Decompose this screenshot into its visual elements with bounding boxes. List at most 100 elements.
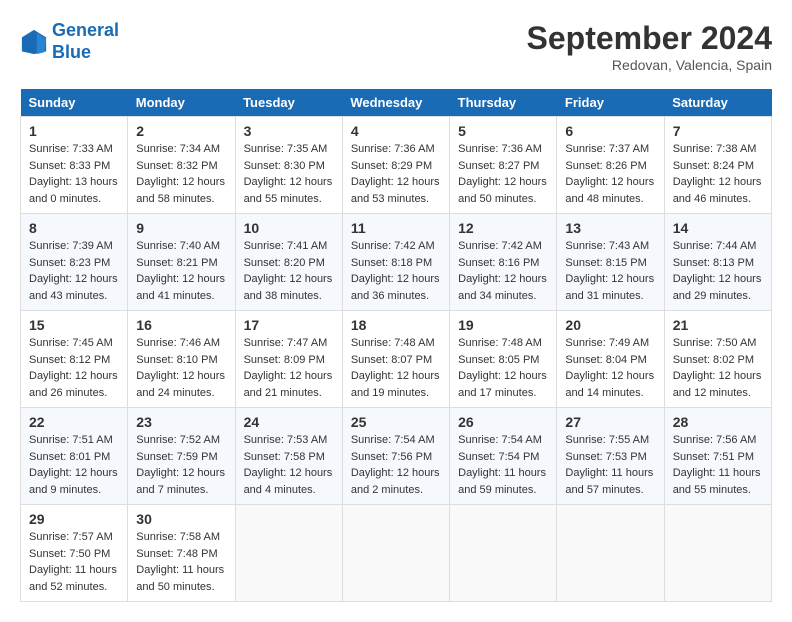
- day-info: Sunrise: 7:43 AMSunset: 8:15 PMDaylight:…: [565, 238, 655, 304]
- calendar-table: SundayMondayTuesdayWednesdayThursdayFrid…: [20, 89, 772, 602]
- calendar-cell: 29 Sunrise: 7:57 AMSunset: 7:50 PMDayligh…: [21, 505, 128, 602]
- day-info: Sunrise: 7:50 AMSunset: 8:02 PMDaylight:…: [673, 335, 763, 401]
- day-info: Sunrise: 7:35 AMSunset: 8:30 PMDaylight:…: [244, 141, 334, 207]
- day-info: Sunrise: 7:58 AMSunset: 7:48 PMDaylight:…: [136, 529, 226, 595]
- logo: General Blue: [20, 20, 119, 63]
- day-number: 19: [458, 317, 548, 333]
- calendar-cell: 28 Sunrise: 7:56 AMSunset: 7:51 PMDayligh…: [664, 408, 771, 505]
- calendar-cell: [235, 505, 342, 602]
- day-info: Sunrise: 7:54 AMSunset: 7:54 PMDaylight:…: [458, 432, 548, 498]
- month-title: September 2024: [527, 20, 772, 57]
- day-number: 3: [244, 123, 334, 139]
- day-number: 25: [351, 414, 441, 430]
- weekday-header-monday: Monday: [128, 89, 235, 117]
- day-number: 29: [29, 511, 119, 527]
- page-header: General Blue September 2024 Redovan, Val…: [20, 20, 772, 73]
- day-number: 20: [565, 317, 655, 333]
- weekday-header-sunday: Sunday: [21, 89, 128, 117]
- calendar-cell: 30 Sunrise: 7:58 AMSunset: 7:48 PMDayligh…: [128, 505, 235, 602]
- day-info: Sunrise: 7:49 AMSunset: 8:04 PMDaylight:…: [565, 335, 655, 401]
- day-number: 16: [136, 317, 226, 333]
- calendar-cell: 5 Sunrise: 7:36 AMSunset: 8:27 PMDaylight…: [450, 117, 557, 214]
- calendar-cell: 27Sunrise: 7:55 AMSunset: 7:53 PMDayligh…: [557, 408, 664, 505]
- calendar-cell: 10 Sunrise: 7:41 AMSunset: 8:20 PMDayligh…: [235, 214, 342, 311]
- day-number: 27: [565, 414, 655, 430]
- location: Redovan, Valencia, Spain: [527, 57, 772, 73]
- calendar-cell: 25 Sunrise: 7:54 AMSunset: 7:56 PMDayligh…: [342, 408, 449, 505]
- day-info: Sunrise: 7:54 AMSunset: 7:56 PMDaylight:…: [351, 432, 441, 498]
- calendar-cell: 19 Sunrise: 7:48 AMSunset: 8:05 PMDayligh…: [450, 311, 557, 408]
- calendar-cell: 18 Sunrise: 7:48 AMSunset: 8:07 PMDayligh…: [342, 311, 449, 408]
- day-number: 22: [29, 414, 119, 430]
- day-info: Sunrise: 7:46 AMSunset: 8:10 PMDaylight:…: [136, 335, 226, 401]
- day-number: 30: [136, 511, 226, 527]
- day-number: 9: [136, 220, 226, 236]
- day-info: Sunrise: 7:36 AMSunset: 8:27 PMDaylight:…: [458, 141, 548, 207]
- day-info: Sunrise: 7:56 AMSunset: 7:51 PMDaylight:…: [673, 432, 763, 498]
- day-info: Sunrise: 7:48 AMSunset: 8:07 PMDaylight:…: [351, 335, 441, 401]
- day-info: Sunrise: 7:37 AMSunset: 8:26 PMDaylight:…: [565, 141, 655, 207]
- weekday-header-friday: Friday: [557, 89, 664, 117]
- calendar-cell: 15 Sunrise: 7:45 AMSunset: 8:12 PMDayligh…: [21, 311, 128, 408]
- day-number: 13: [565, 220, 655, 236]
- day-number: 18: [351, 317, 441, 333]
- title-block: September 2024 Redovan, Valencia, Spain: [527, 20, 772, 73]
- calendar-cell: 23Sunrise: 7:52 AMSunset: 7:59 PMDayligh…: [128, 408, 235, 505]
- day-info: Sunrise: 7:40 AMSunset: 8:21 PMDaylight:…: [136, 238, 226, 304]
- day-info: Sunrise: 7:48 AMSunset: 8:05 PMDaylight:…: [458, 335, 548, 401]
- day-info: Sunrise: 7:57 AMSunset: 7:50 PMDaylight:…: [29, 529, 119, 595]
- calendar-cell: 6 Sunrise: 7:37 AMSunset: 8:26 PMDaylight…: [557, 117, 664, 214]
- calendar-cell: 22 Sunrise: 7:51 AMSunset: 8:01 PMDayligh…: [21, 408, 128, 505]
- day-info: Sunrise: 7:41 AMSunset: 8:20 PMDaylight:…: [244, 238, 334, 304]
- day-info: Sunrise: 7:51 AMSunset: 8:01 PMDaylight:…: [29, 432, 119, 498]
- day-number: 28: [673, 414, 763, 430]
- day-number: 5: [458, 123, 548, 139]
- calendar-cell: 21 Sunrise: 7:50 AMSunset: 8:02 PMDayligh…: [664, 311, 771, 408]
- calendar-cell: 9 Sunrise: 7:40 AMSunset: 8:21 PMDaylight…: [128, 214, 235, 311]
- calendar-cell: 1 Sunrise: 7:33 AMSunset: 8:33 PMDaylight…: [21, 117, 128, 214]
- day-info: Sunrise: 7:33 AMSunset: 8:33 PMDaylight:…: [29, 141, 119, 207]
- calendar-cell: 16 Sunrise: 7:46 AMSunset: 8:10 PMDayligh…: [128, 311, 235, 408]
- day-number: 10: [244, 220, 334, 236]
- calendar-cell: 4 Sunrise: 7:36 AMSunset: 8:29 PMDaylight…: [342, 117, 449, 214]
- day-info: Sunrise: 7:42 AMSunset: 8:18 PMDaylight:…: [351, 238, 441, 304]
- calendar-week-4: 22 Sunrise: 7:51 AMSunset: 8:01 PMDayligh…: [21, 408, 772, 505]
- day-info: Sunrise: 7:34 AMSunset: 8:32 PMDaylight:…: [136, 141, 226, 207]
- day-number: 21: [673, 317, 763, 333]
- day-info: Sunrise: 7:47 AMSunset: 8:09 PMDaylight:…: [244, 335, 334, 401]
- day-number: 15: [29, 317, 119, 333]
- day-number: 1: [29, 123, 119, 139]
- day-info: Sunrise: 7:53 AMSunset: 7:58 PMDaylight:…: [244, 432, 334, 498]
- logo-icon: [20, 28, 48, 56]
- day-number: 6: [565, 123, 655, 139]
- calendar-cell: 17 Sunrise: 7:47 AMSunset: 8:09 PMDayligh…: [235, 311, 342, 408]
- day-info: Sunrise: 7:45 AMSunset: 8:12 PMDaylight:…: [29, 335, 119, 401]
- day-number: 12: [458, 220, 548, 236]
- calendar-cell: 11Sunrise: 7:42 AMSunset: 8:18 PMDayligh…: [342, 214, 449, 311]
- calendar-week-2: 8 Sunrise: 7:39 AMSunset: 8:23 PMDaylight…: [21, 214, 772, 311]
- calendar-cell: 3 Sunrise: 7:35 AMSunset: 8:30 PMDaylight…: [235, 117, 342, 214]
- calendar-cell: 13 Sunrise: 7:43 AMSunset: 8:15 PMDayligh…: [557, 214, 664, 311]
- day-number: 8: [29, 220, 119, 236]
- day-number: 4: [351, 123, 441, 139]
- calendar-cell: 24Sunrise: 7:53 AMSunset: 7:58 PMDayligh…: [235, 408, 342, 505]
- day-info: Sunrise: 7:42 AMSunset: 8:16 PMDaylight:…: [458, 238, 548, 304]
- day-number: 17: [244, 317, 334, 333]
- weekday-header-row: SundayMondayTuesdayWednesdayThursdayFrid…: [21, 89, 772, 117]
- weekday-header-thursday: Thursday: [450, 89, 557, 117]
- weekday-header-wednesday: Wednesday: [342, 89, 449, 117]
- calendar-week-3: 15 Sunrise: 7:45 AMSunset: 8:12 PMDayligh…: [21, 311, 772, 408]
- calendar-week-5: 29 Sunrise: 7:57 AMSunset: 7:50 PMDayligh…: [21, 505, 772, 602]
- day-info: Sunrise: 7:39 AMSunset: 8:23 PMDaylight:…: [29, 238, 119, 304]
- logo-text: General Blue: [52, 20, 119, 63]
- day-number: 14: [673, 220, 763, 236]
- calendar-cell: 14Sunrise: 7:44 AMSunset: 8:13 PMDayligh…: [664, 214, 771, 311]
- day-info: Sunrise: 7:36 AMSunset: 8:29 PMDaylight:…: [351, 141, 441, 207]
- calendar-cell: [557, 505, 664, 602]
- calendar-cell: 7Sunrise: 7:38 AMSunset: 8:24 PMDaylight…: [664, 117, 771, 214]
- day-info: Sunrise: 7:52 AMSunset: 7:59 PMDaylight:…: [136, 432, 226, 498]
- calendar-cell: [664, 505, 771, 602]
- calendar-cell: 26Sunrise: 7:54 AMSunset: 7:54 PMDayligh…: [450, 408, 557, 505]
- day-number: 7: [673, 123, 763, 139]
- calendar-week-1: 1 Sunrise: 7:33 AMSunset: 8:33 PMDaylight…: [21, 117, 772, 214]
